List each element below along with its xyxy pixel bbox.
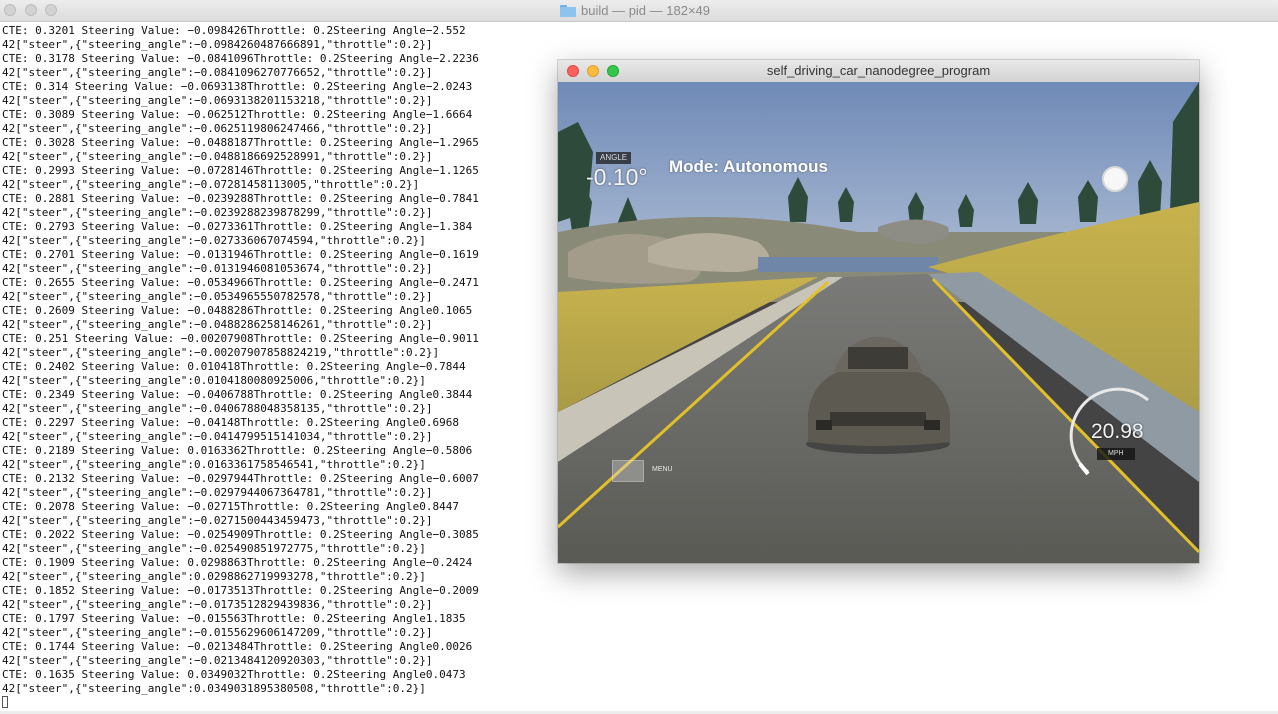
terminal-line: 42["steer",{"steering_angle":−0.02134841… <box>2 654 433 667</box>
terminal-line: CTE: 0.2297 Steering Value: −0.04148Thro… <box>2 416 459 429</box>
terminal-line: 42["steer",{"steering_angle":−0.09842604… <box>2 38 433 51</box>
mode-label: Mode: Autonomous <box>669 157 828 176</box>
terminal-line: CTE: 0.3028 Steering Value: −0.0488187Th… <box>2 136 479 149</box>
angle-label: ANGLE <box>596 152 632 164</box>
terminal-line: 42["steer",{"steering_angle":−0.04882862… <box>2 318 433 331</box>
terminal-line: 42["steer",{"steering_angle":−0.06251198… <box>2 122 433 135</box>
terminal-line: CTE: 0.2402 Steering Value: 0.010418Thro… <box>2 360 466 373</box>
simulator-window[interactable]: self_driving_car_nanodegree_program ANGL… <box>558 60 1199 563</box>
record-button[interactable] <box>1102 166 1128 192</box>
terminal-line: CTE: 0.1909 Steering Value: 0.0298863Thr… <box>2 556 473 569</box>
terminal-line: CTE: 0.2609 Steering Value: −0.0488286Th… <box>2 304 473 317</box>
terminal-line: CTE: 0.2793 Steering Value: −0.0273361Th… <box>2 220 473 233</box>
terminal-line: 42["steer",{"steering_angle":−0.05349655… <box>2 290 433 303</box>
speed-unit: MPH <box>1097 448 1135 460</box>
terminal-line: CTE: 0.1635 Steering Value: 0.0349032Thr… <box>2 668 466 681</box>
terminal-line: CTE: 0.1744 Steering Value: −0.0213484Th… <box>2 640 473 653</box>
speed-readout: 20.98 <box>1091 420 1144 443</box>
terminal-line: 42["steer",{"steering_angle":−0.08410962… <box>2 66 433 79</box>
terminal-line: CTE: 0.251 Steering Value: −0.00207908Th… <box>2 332 479 345</box>
terminal-line: CTE: 0.2189 Steering Value: 0.0163362Thr… <box>2 444 473 457</box>
terminal-line: 42["steer",{"steering_angle":−0.01556296… <box>2 626 433 639</box>
simulator-title: self_driving_car_nanodegree_program <box>766 63 991 78</box>
terminal-line: 42["steer",{"steering_angle":−0.02715004… <box>2 514 433 527</box>
lake <box>758 257 938 272</box>
terminal-titlebar: build — pid — 182×49 <box>0 0 1278 22</box>
terminal-line: 42["steer",{"steering_angle":−0.02733606… <box>2 234 426 247</box>
driving-scene <box>558 82 1199 563</box>
terminal-line: 42["steer",{"steering_angle":−0.04147995… <box>2 430 433 443</box>
terminal-line: 42["steer",{"steering_angle":0.034903189… <box>2 682 426 695</box>
terminal-line: 42["steer",{"steering_angle":0.010418008… <box>2 374 426 387</box>
menu-button[interactable] <box>612 460 644 482</box>
terminal-line: 42["steer",{"steering_angle":−0.02392882… <box>2 206 433 219</box>
simulator-viewport[interactable]: ANGLE -0.10° Mode: Autonomous MENU 20.98… <box>558 82 1199 563</box>
terminal-line: 42["steer",{"steering_angle":−0.06931382… <box>2 94 433 107</box>
terminal-line: 42["steer",{"steering_angle":−0.04881866… <box>2 150 433 163</box>
terminal-cursor <box>2 696 8 708</box>
terminal-minimize-button[interactable] <box>25 4 37 16</box>
angle-readout: -0.10° <box>586 164 648 190</box>
terminal-line: CTE: 0.2022 Steering Value: −0.0254909Th… <box>2 528 479 541</box>
terminal-line: CTE: 0.2132 Steering Value: −0.0297944Th… <box>2 472 479 485</box>
terminal-line: CTE: 0.314 Steering Value: −0.0693138Thr… <box>2 80 473 93</box>
terminal-line: CTE: 0.1852 Steering Value: −0.0173513Th… <box>2 584 479 597</box>
folder-icon <box>560 4 576 17</box>
terminal-line: 42["steer",{"steering_angle":−0.07281458… <box>2 178 420 191</box>
terminal-output[interactable]: CTE: 0.3201 Steering Value: −0.098426Thr… <box>2 24 554 696</box>
terminal-line: CTE: 0.3089 Steering Value: −0.062512Thr… <box>2 108 473 121</box>
terminal-line: CTE: 0.2881 Steering Value: −0.0239288Th… <box>2 192 479 205</box>
terminal-line: CTE: 0.2655 Steering Value: −0.0534966Th… <box>2 276 479 289</box>
terminal-line: CTE: 0.2701 Steering Value: −0.0131946Th… <box>2 248 479 261</box>
terminal-line: CTE: 0.2078 Steering Value: −0.02715Thro… <box>2 500 459 513</box>
terminal-line: CTE: 0.1797 Steering Value: −0.015563Thr… <box>2 612 466 625</box>
terminal-line: 42["steer",{"steering_angle":−0.01319460… <box>2 262 433 275</box>
terminal-zoom-button[interactable] <box>45 4 57 16</box>
terminal-line: CTE: 0.3201 Steering Value: −0.098426Thr… <box>2 24 466 37</box>
terminal-line: 42["steer",{"steering_angle":−0.00207907… <box>2 346 440 359</box>
menu-label[interactable]: MENU <box>652 466 673 473</box>
terminal-line: CTE: 0.2993 Steering Value: −0.0728146Th… <box>2 164 479 177</box>
terminal-line: 42["steer",{"steering_angle":−0.02549085… <box>2 542 426 555</box>
terminal-line: 42["steer",{"steering_angle":−0.02979440… <box>2 486 433 499</box>
terminal-line: CTE: 0.3178 Steering Value: −0.0841096Th… <box>2 52 479 65</box>
terminal-title: build — pid — 182×49 <box>560 2 710 19</box>
terminal-line: CTE: 0.2349 Steering Value: −0.0406788Th… <box>2 388 473 401</box>
terminal-line: 42["steer",{"steering_angle":0.029886271… <box>2 570 426 583</box>
simulator-titlebar[interactable]: self_driving_car_nanodegree_program <box>558 60 1199 83</box>
terminal-title-text: build — pid — 182×49 <box>581 3 711 18</box>
terminal-line: 42["steer",{"steering_angle":0.016336175… <box>2 458 426 471</box>
terminal-close-button[interactable] <box>4 4 16 16</box>
terminal-line: 42["steer",{"steering_angle":−0.04067880… <box>2 402 433 415</box>
terminal-line: 42["steer",{"steering_angle":−0.01735128… <box>2 598 433 611</box>
